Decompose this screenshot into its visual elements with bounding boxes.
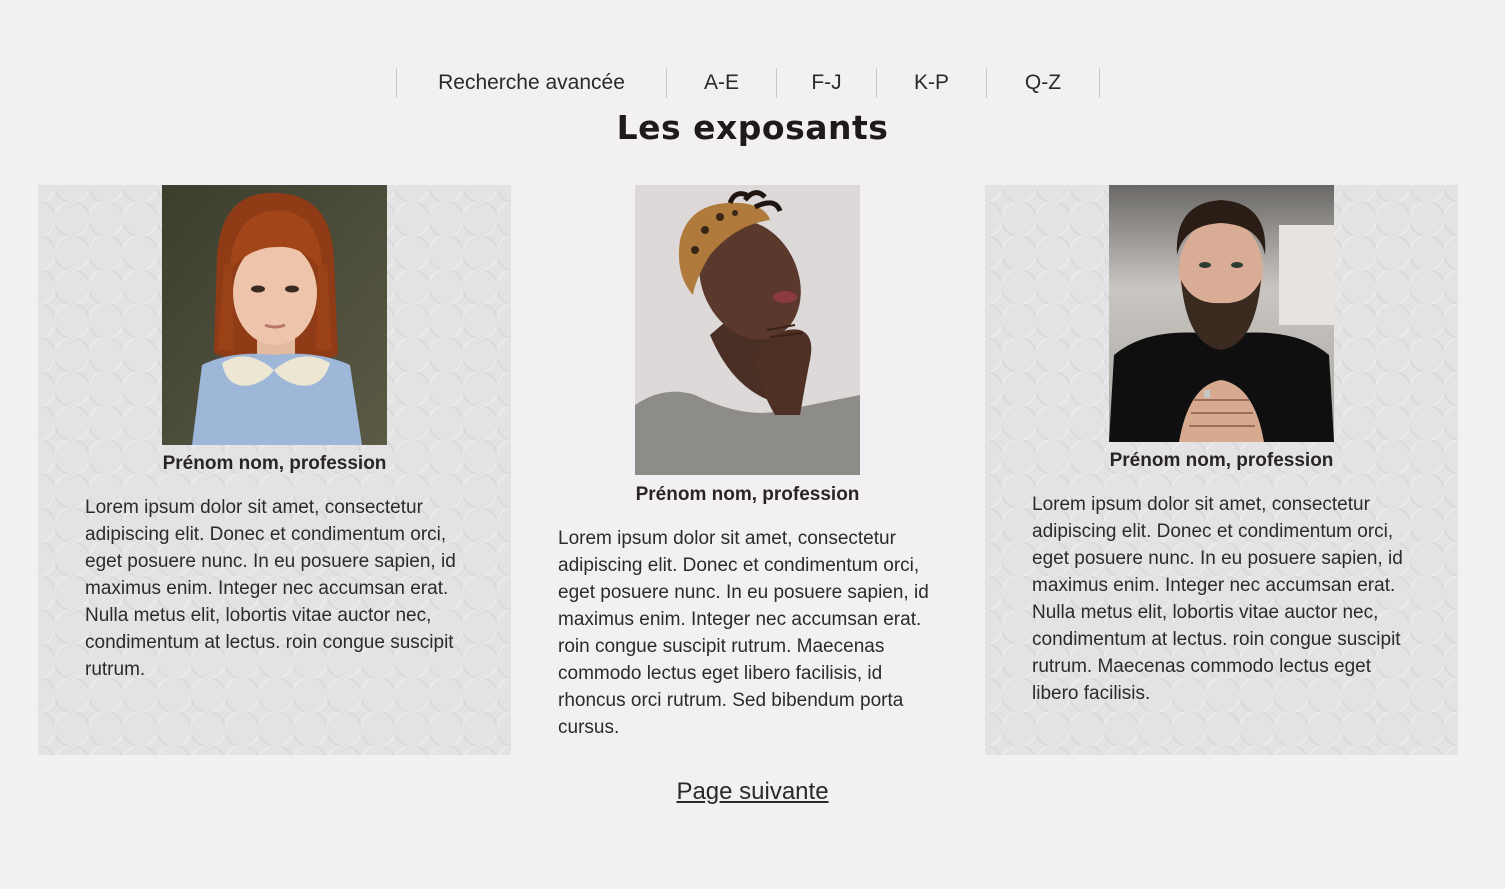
page-title: Les exposants [616, 108, 889, 147]
nav-item-advanced-search[interactable]: Recherche avancée [397, 68, 667, 98]
exhibitor-photo [162, 185, 387, 445]
exhibitor-card: Prénom nom, profession Lorem ipsum dolor… [38, 185, 511, 755]
exhibitor-photo [1109, 185, 1334, 442]
exhibitor-description: Lorem ipsum dolor sit amet, consectetur … [1032, 494, 1403, 704]
alphabet-nav: Recherche avancée A-E F-J K-P Q-Z [396, 68, 1100, 98]
next-page-link[interactable]: Page suivante [676, 778, 828, 805]
nav-item-a-e[interactable]: A-E [667, 68, 777, 98]
nav-item-f-j[interactable]: F-J [777, 68, 877, 98]
exhibitor-description: Lorem ipsum dolor sit amet, consectetur … [85, 497, 456, 680]
portrait-bearded-man-image [1109, 185, 1334, 442]
exhibitor-description: Lorem ipsum dolor sit amet, consectetur … [558, 528, 929, 738]
exhibitor-name: Prénom nom, profession [1109, 450, 1334, 471]
portrait-woman-headwrap-image [635, 185, 860, 475]
exhibitor-card: Prénom nom, profession Lorem ipsum dolor… [985, 185, 1458, 755]
exhibitor-name: Prénom nom, profession [635, 484, 860, 505]
exhibitor-name: Prénom nom, profession [162, 453, 387, 474]
exhibitor-card: Prénom nom, profession Lorem ipsum dolor… [511, 185, 984, 755]
exhibitor-photo [635, 185, 860, 475]
pagination: Page suivante [0, 778, 1505, 806]
nav-item-q-z[interactable]: Q-Z [987, 68, 1100, 98]
portrait-woman-red-hair-image [162, 185, 387, 445]
nav-item-k-p[interactable]: K-P [877, 68, 987, 98]
